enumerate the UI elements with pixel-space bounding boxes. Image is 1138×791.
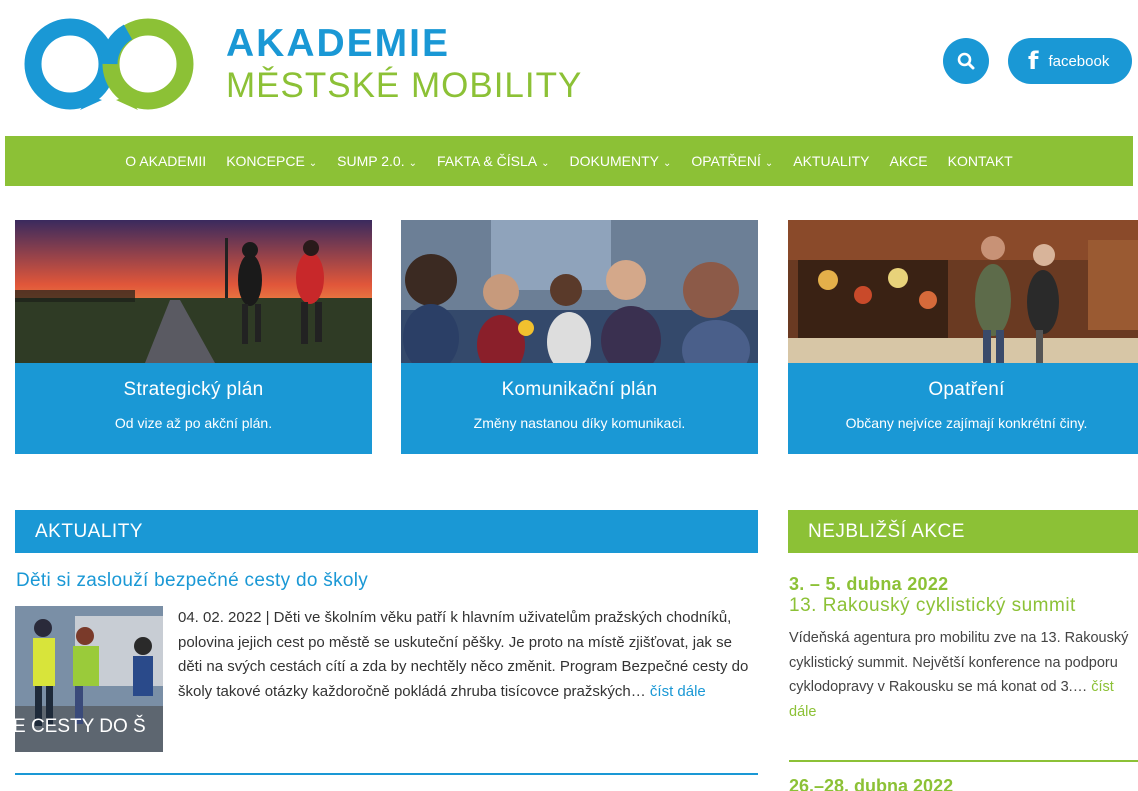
chevron-down-icon: ⌄ [541,158,550,169]
event-date: 3. – 5. dubna 2022 [789,574,949,594]
event-title[interactable]: 13. Rakouský cyklistický summit [789,595,1076,617]
card-subtitle: Změny nastanou díky komunikaci. [473,415,686,431]
nav-item-label: AKTUALITY [793,153,870,169]
events-divider [789,760,1138,762]
chevron-down-icon: ⌄ [662,158,672,169]
card-strategic-plan[interactable]: Strategický plán Od vize až po akční plá… [15,220,372,454]
chevron-down-icon: ⌄ [408,158,417,169]
nav-item-label: SUMP 2.0. [337,153,405,169]
nav-item-label: FAKTA & ČÍSLA [437,153,538,169]
site-header: AKADEMIE MĚSTSKÉ MOBILITY f facebook [0,0,1138,136]
event-text: Vídeňská agentura pro mobilitu zve na 13… [789,630,1129,695]
card-communication-plan[interactable]: Komunikační plán Změny nastanou díky kom… [401,220,758,454]
nav-item-o-akademii[interactable]: O AKADEMII [115,153,216,169]
nav-item-label: DOKUMENTY [569,153,659,169]
nav-item-fakta-čísla[interactable]: FAKTA & ČÍSLA ⌄ [427,153,560,169]
nav-item-opatření[interactable]: OPATŘENÍ ⌄ [681,153,783,169]
search-icon [957,52,975,70]
facebook-icon: f [1028,47,1039,75]
news-item-date: 04. 02. 2022 [178,609,262,626]
nav-item-sump-2-0[interactable]: SUMP 2.0. ⌄ [327,153,427,169]
news-item-title[interactable]: Děti si zaslouží bezpečné cesty do školy [16,570,368,592]
chevron-down-icon: ⌄ [308,158,318,169]
nav-item-aktuality[interactable]: AKTUALITY [783,153,879,169]
search-button[interactable] [943,38,989,84]
card-title: Opatření [928,379,1005,400]
news-heading: AKTUALITY [15,510,758,553]
news-item-excerpt: 04. 02. 2022 | Děti ve školním věku patř… [178,606,758,704]
news-thumbnail[interactable]: E CESTY DO Š [15,606,163,752]
thumbnail-caption: E CESTY DO Š [15,715,146,737]
nav-item-label: KONCEPCE [226,153,305,169]
main-nav: O AKADEMII KONCEPCE ⌄ SUMP 2.0. ⌄ FAKTA & ČÍS… [5,136,1133,186]
card-subtitle: Občany nejvíce zajímají konkrétní činy. [845,415,1088,431]
card-subtitle: Od vize až po akční plán. [114,415,273,431]
nav-item-label: AKCE [889,153,928,169]
card-image-crowd [401,220,758,363]
next-event-date: 26.–28. dubna 2022 [789,776,954,791]
card-panel: Komunikační plán Změny nastanou díky kom… [401,363,758,454]
facebook-button[interactable]: f facebook [1008,38,1132,84]
chevron-down-icon: ⌄ [764,158,774,169]
news-read-more-link[interactable]: číst dále [650,683,706,700]
card-title: Komunikační plán [501,379,658,400]
news-divider [15,773,758,775]
event-description: Vídeňská agentura pro mobilitu zve na 13… [789,626,1134,724]
nav-item-label: OPATŘENÍ [691,153,761,169]
card-panel: Strategický plán Od vize až po akční plá… [15,363,372,454]
card-measures[interactable]: Opatření Občany nejvíce zajímají konkrét… [788,220,1138,454]
card-image-market [788,220,1138,363]
card-image-runners [15,220,372,363]
nav-item-label: KONTAKT [947,153,1013,169]
logo[interactable] [24,18,194,110]
card-title: Strategický plán [123,379,264,400]
nav-item-dokumenty[interactable]: DOKUMENTY ⌄ [560,153,682,169]
brand-subtitle[interactable]: MĚSTSKÉ MOBILITY [226,66,582,106]
brand-title[interactable]: AKADEMIE [226,22,450,66]
nav-item-label: O AKADEMII [125,153,207,169]
nav-item-koncepce[interactable]: KONCEPCE ⌄ [216,153,327,169]
news-item-separator: | [261,609,274,626]
facebook-label: facebook [1048,52,1110,70]
nav-item-akce[interactable]: AKCE [880,153,938,169]
events-heading: NEJBLIŽŠÍ AKCE [788,510,1138,553]
nav-item-kontakt[interactable]: KONTAKT [938,153,1023,169]
card-panel: Opatření Občany nejvíce zajímají konkrét… [788,363,1138,454]
